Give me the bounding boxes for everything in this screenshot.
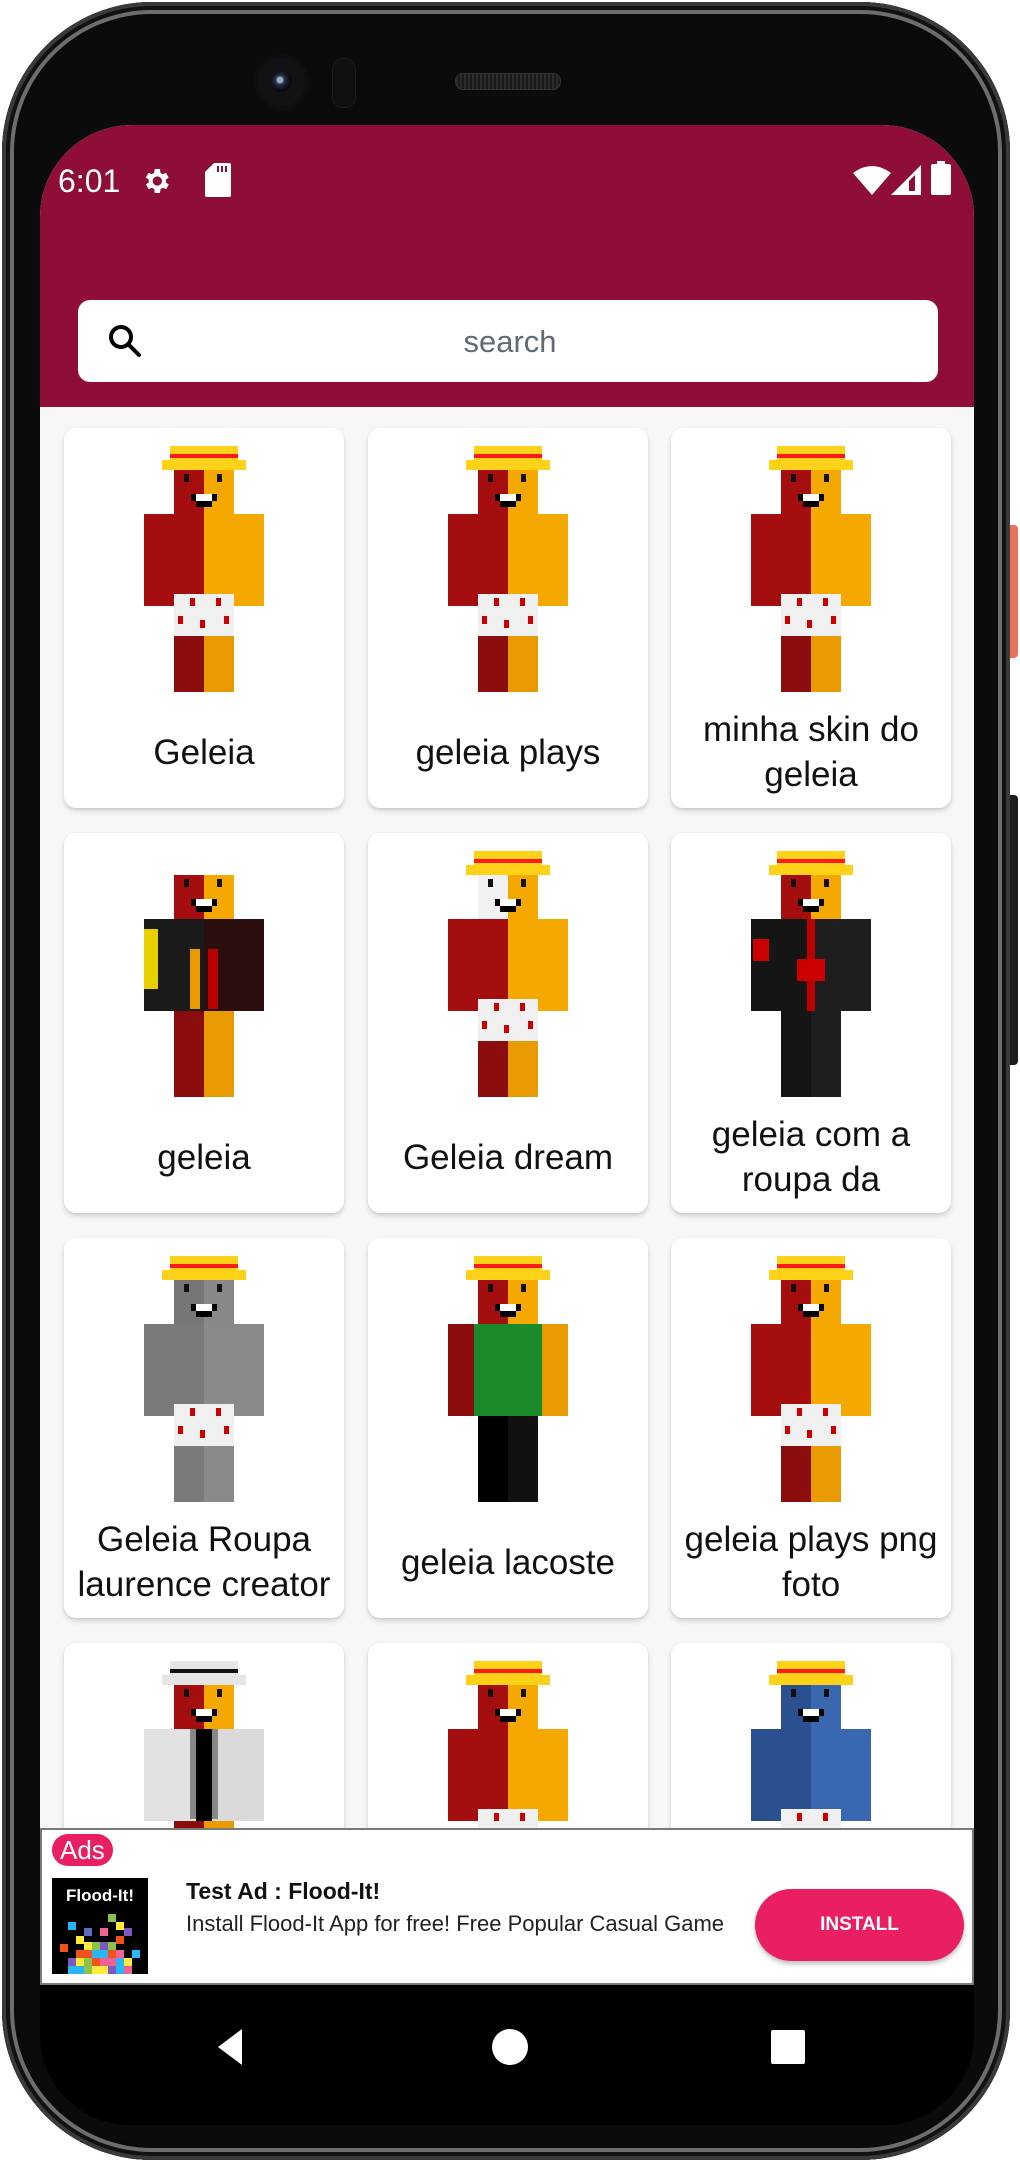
skin-card[interactable]: Geleia xyxy=(64,428,344,808)
skin-card[interactable]: geleia lacoste xyxy=(368,1238,648,1618)
home-icon[interactable] xyxy=(490,2027,530,2067)
skin-card[interactable] xyxy=(368,1643,648,1828)
skin-preview-image xyxy=(438,849,578,1099)
skin-preview-image xyxy=(741,1659,881,1828)
ad-description: Install Flood-It App for free! Free Popu… xyxy=(186,1911,725,1936)
skin-card[interactable]: Geleia Roupa laurence creator xyxy=(64,1238,344,1618)
skin-name: Geleia dream xyxy=(402,1137,614,1177)
volume-button xyxy=(1010,795,1018,1065)
skin-preview-image xyxy=(741,444,881,694)
skin-name: geleia lacoste xyxy=(400,1542,616,1582)
ad-banner[interactable]: Ads Flood-It! Test Ad: Flood-It! Instal… xyxy=(40,1828,974,1985)
skin-preview-image xyxy=(134,1254,274,1504)
skin-preview-image xyxy=(134,444,274,694)
skin-card[interactable]: geleia plays png foto xyxy=(671,1238,951,1618)
skin-preview-image xyxy=(741,849,881,1099)
ad-title[interactable]: Test Ad : Flood-It! xyxy=(186,1878,380,1905)
front-camera xyxy=(258,58,306,106)
install-button[interactable]: INSTALL xyxy=(755,1889,964,1961)
skin-name: geleia plays png foto xyxy=(684,1520,938,1604)
skin-card[interactable]: geleia xyxy=(64,833,344,1213)
skin-preview-image xyxy=(438,444,578,694)
skin-card[interactable] xyxy=(671,1643,951,1828)
skin-grid-viewport[interactable]: Geleia geleia plays minha skin do geleia ge… xyxy=(40,125,974,1828)
skin-preview-image xyxy=(134,1659,274,1828)
skin-preview-image xyxy=(741,1254,881,1504)
ad-app-icon[interactable]: Flood-It! xyxy=(52,1878,148,1974)
skin-card[interactable]: minha skin do geleia xyxy=(671,428,951,808)
skin-preview-image xyxy=(438,1254,578,1504)
flood-it-pixels-icon xyxy=(60,1914,140,1974)
skin-name: minha skin do geleia xyxy=(703,710,919,794)
earpiece-speaker xyxy=(455,73,561,90)
skin-card[interactable]: geleia plays xyxy=(368,428,648,808)
ads-badge: Ads xyxy=(52,1834,113,1866)
screen: 6:01 Geleiageleia playsminha xyxy=(40,125,974,2025)
skin-card[interactable]: geleia com a roupa da xyxy=(671,833,951,1213)
skin-name: Geleia Roupa laurence creator xyxy=(77,1520,331,1604)
skin-preview-image xyxy=(438,1659,578,1828)
power-button xyxy=(1010,525,1018,658)
back-icon[interactable] xyxy=(212,2027,252,2067)
recents-icon[interactable] xyxy=(768,2027,808,2067)
skin-card[interactable] xyxy=(64,1643,344,1828)
skin-name: Geleia xyxy=(153,732,255,772)
navigation-bar xyxy=(40,1985,974,2125)
skin-name: geleia com a roupa da xyxy=(711,1115,911,1199)
skin-card[interactable]: Geleia dream xyxy=(368,833,648,1213)
skin-name: geleia plays xyxy=(415,732,601,772)
skin-name: geleia xyxy=(157,1137,251,1177)
proximity-sensor xyxy=(332,58,356,108)
skin-preview-image xyxy=(134,849,274,1099)
